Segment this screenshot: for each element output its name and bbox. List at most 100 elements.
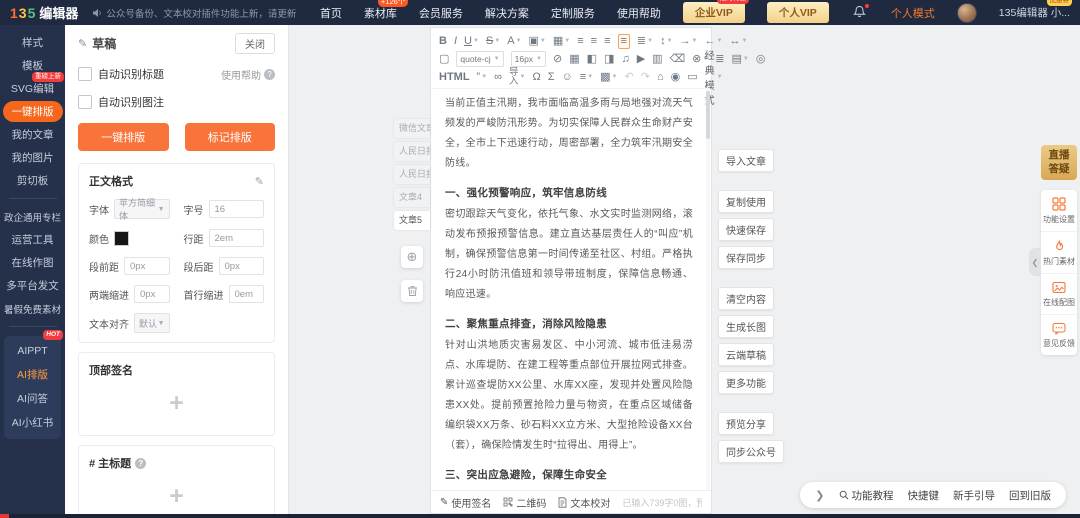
space-after-input[interactable] — [218, 257, 264, 275]
auto-caption-checkbox[interactable] — [78, 95, 92, 109]
align-justify-button[interactable]: ≡ — [617, 33, 630, 49]
nav-material-library[interactable]: 素材库 +126个 — [364, 0, 409, 21]
image-button[interactable]: ◧ — [587, 53, 597, 65]
print-button[interactable]: ▥ — [652, 53, 662, 65]
sidebar-item-styles[interactable]: 样式 — [0, 31, 65, 54]
qr-code-button[interactable]: 二维码 — [503, 495, 546, 510]
font-color-button[interactable]: A ▼ — [507, 35, 521, 47]
preview-button[interactable]: ⌂ — [657, 71, 664, 83]
redo-button[interactable]: ↷ — [641, 71, 650, 83]
import-button[interactable]: 导入 ▼ — [509, 67, 525, 87]
clear-format-button[interactable]: ⊘ — [553, 53, 562, 65]
add-main-heading-button[interactable]: + — [89, 484, 264, 509]
close-draft-button[interactable]: 关闭 — [235, 33, 275, 54]
space-before-input[interactable] — [124, 257, 170, 275]
copy-use-button[interactable]: 复制使用 — [718, 190, 774, 213]
formula-button[interactable]: Σ — [548, 71, 555, 83]
sidebar-item-my-articles[interactable]: 我的文章 — [0, 123, 65, 146]
line-height-button[interactable]: ↕ ▼ — [660, 35, 672, 47]
layout-button[interactable]: ▤ ▼ — [732, 53, 749, 65]
border-button[interactable]: ▦ ▼ — [553, 35, 570, 47]
italic-button[interactable]: I — [454, 35, 457, 47]
placeholder-button[interactable]: ▩ ▼ — [600, 71, 617, 83]
edit-format-icon[interactable]: ✎ — [255, 175, 264, 188]
bold-button[interactable]: B — [439, 35, 447, 47]
more-functions-button[interactable]: 更多功能 — [718, 371, 774, 394]
sync-official-account-button[interactable]: 同步公众号 — [718, 440, 784, 463]
outdent-button[interactable]: ← ▼ — [705, 35, 723, 47]
feature-tutorial-link[interactable]: 功能教程 — [839, 488, 894, 503]
article-tab[interactable]: 文章4 — [394, 188, 430, 207]
mascot-button[interactable]: ◉ — [671, 71, 681, 83]
use-signature-button[interactable]: ✎ 使用签名 — [440, 495, 491, 510]
emoji-button[interactable]: ☺ — [562, 71, 573, 83]
live-qa-button[interactable]: 直播答疑 — [1041, 145, 1077, 181]
side-indent-input[interactable] — [134, 285, 170, 303]
sidebar-item-clipboard[interactable]: 剪切板 — [0, 169, 65, 192]
sidebar-item-my-images[interactable]: 我的图片 — [0, 146, 65, 169]
help-question-icon[interactable]: ? — [135, 457, 147, 469]
table-button[interactable]: ▦ — [569, 53, 579, 65]
beginner-guide-link[interactable]: 新手引导 — [953, 488, 995, 503]
sidebar-item-multi-platform[interactable]: 多平台发文 — [0, 274, 65, 297]
collapse-rail-chevron-icon[interactable]: ❮ — [1029, 248, 1041, 277]
article-tab-active[interactable]: 文章5 — [394, 211, 430, 230]
gallery-button[interactable]: ◨ — [604, 53, 614, 65]
enterprise-vip-button[interactable]: 企业VIP 限时特惠 — [682, 0, 749, 23]
delete-article-button[interactable] — [401, 280, 423, 302]
line-height-input[interactable] — [208, 229, 264, 247]
paragraph-style-select[interactable]: quote-cj ▼ — [456, 51, 504, 67]
nav-custom-service[interactable]: 定制服务 — [551, 5, 595, 21]
text-align-select[interactable]: 默认 ▼ — [134, 313, 170, 333]
article-tab[interactable]: 人民日报 — [394, 142, 430, 161]
logo[interactable]: 135 编辑器 — [10, 3, 78, 22]
eraser-button[interactable]: ⌫ — [670, 53, 686, 65]
highlight-color-button[interactable]: ▣ ▼ — [529, 35, 546, 47]
align-right-button[interactable]: ≡ — [604, 35, 610, 47]
blockquote-button[interactable]: ” ▼ — [477, 71, 488, 83]
search-replace-button[interactable]: ◎ — [756, 53, 766, 65]
sidebar-item-summer-free[interactable]: 暑假免费素材 — [0, 297, 65, 320]
sidebar-item-ai-layout[interactable]: AI排版 — [17, 363, 48, 387]
strikethrough-button[interactable]: S ▼ — [486, 35, 500, 47]
sidebar-item-gov-column[interactable]: 政企通用专栏 — [0, 205, 65, 228]
announcement-bar[interactable]: 公众号备份、文本校对插件功能上新，请更新 — [92, 6, 296, 20]
scrollbar-thumb[interactable] — [706, 91, 710, 139]
undo-button[interactable]: ↶ — [625, 71, 634, 83]
divider-button[interactable]: ≡ ▼ — [580, 71, 593, 83]
nav-solutions[interactable]: 解决方案 — [485, 5, 529, 21]
personal-vip-button[interactable]: 个人VIP — [766, 2, 829, 23]
color-swatch[interactable] — [114, 230, 129, 246]
letter-spacing-button[interactable]: ↔ ▼ — [729, 35, 747, 47]
video-button[interactable]: ▶ — [637, 53, 645, 65]
article-tab[interactable]: 微信文章 — [394, 119, 430, 138]
sidebar-item-ai-qa[interactable]: AI问答 — [17, 387, 48, 411]
font-size-select[interactable]: 16px ▼ — [510, 51, 546, 67]
auto-title-checkbox[interactable] — [78, 67, 92, 81]
generate-long-image-button[interactable]: 生成长图 — [718, 315, 774, 338]
hot-materials-button[interactable]: 热门素材 — [1041, 232, 1077, 275]
nav-home[interactable]: 首页 — [320, 5, 342, 21]
underline-button[interactable]: U ▼ — [464, 35, 479, 47]
cloud-draft-button[interactable]: 云端草稿 — [718, 343, 774, 366]
nav-help[interactable]: 使用帮助 — [617, 5, 661, 21]
sidebar-item-ops-tools[interactable]: 运营工具 — [0, 228, 65, 251]
proofread-button[interactable]: 文本校对 — [558, 495, 610, 510]
sidebar-item-one-click-layout[interactable]: 一键排版 — [0, 100, 65, 123]
frame-button[interactable]: ▭ — [687, 71, 697, 83]
first-line-indent-input[interactable] — [228, 285, 264, 303]
mark-layout-button[interactable]: 标记排版 — [184, 123, 275, 151]
save-sync-button[interactable]: 保存同步 — [718, 246, 774, 269]
one-click-layout-button[interactable]: 一键排版 — [78, 123, 169, 151]
online-images-button[interactable]: 在线配图 — [1041, 274, 1077, 316]
import-article-button[interactable]: 导入文章 — [718, 149, 774, 172]
sidebar-item-ai-xiaohongshu[interactable]: AI小红书 — [12, 411, 53, 435]
link-button[interactable]: ∞ — [494, 71, 502, 83]
collapse-pill-chevron-icon[interactable]: ❯ — [815, 489, 824, 502]
function-settings-button[interactable]: 功能设置 — [1041, 190, 1077, 233]
article-tab[interactable]: 人民日报 — [394, 165, 430, 184]
back-to-old-version-link[interactable]: 回到旧版 — [1009, 488, 1051, 503]
clear-content-button[interactable]: 清空内容 — [718, 287, 774, 310]
font-size-input[interactable] — [208, 200, 264, 218]
hotkeys-link[interactable]: 快捷键 — [908, 488, 940, 503]
